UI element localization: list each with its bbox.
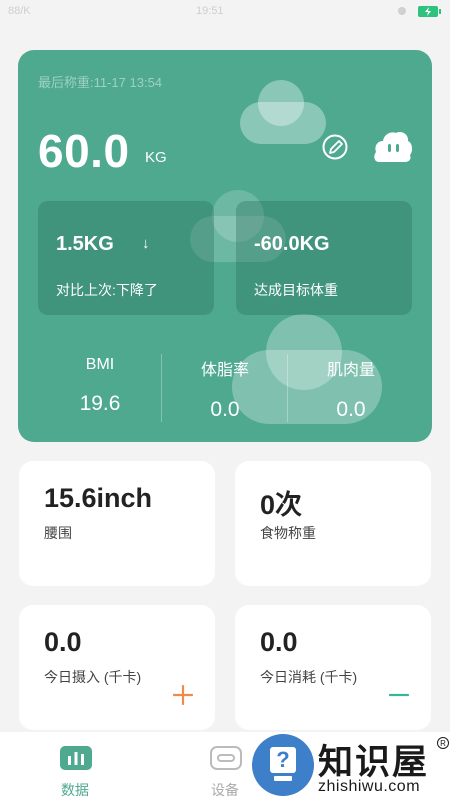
arrow-down-icon: ↓	[142, 235, 150, 252]
metric-value: 0.0	[210, 398, 240, 421]
tab-data[interactable]: 数据	[30, 732, 120, 800]
add-intake-button[interactable]	[172, 684, 194, 706]
metric-bmi: BMI 19.6	[37, 350, 163, 424]
status-time: 19:51	[196, 5, 224, 17]
metric-label: 肌肉量	[326, 362, 375, 379]
plus-icon	[172, 684, 194, 706]
intake-label: 今日摄入 (千卡)	[44, 669, 142, 685]
weight-summary-card[interactable]: 最后称重:11-17 13:54 60.0 KG 1.5KG ↓ 对比上次:下降…	[18, 50, 432, 442]
intake-card[interactable]: 0.0 今日摄入 (千卡)	[19, 605, 215, 730]
target-weight-card[interactable]: -60.0KG 达成目标体重	[236, 201, 412, 315]
wifi-icon	[398, 7, 406, 15]
target-weight-value: -60.0KG	[254, 233, 330, 255]
compare-last-card: 1.5KG ↓ 对比上次:下降了	[38, 201, 214, 315]
watermark-url: zhishiwu.com	[318, 778, 421, 795]
watermark-logo: ? 知识屋 R zhishiwu.com	[252, 732, 450, 800]
burned-label: 今日消耗 (千卡)	[260, 669, 358, 685]
pen-icon	[322, 134, 348, 160]
burned-value: 0.0	[260, 627, 298, 657]
intake-value: 0.0	[44, 627, 82, 657]
battery-icon	[418, 6, 441, 17]
status-bar: 88/K 19:51	[0, 0, 450, 24]
status-carrier: 88/K	[8, 5, 31, 17]
metric-label: 体脂率	[200, 362, 249, 379]
registered-mark: R	[437, 737, 449, 749]
chart-bars-icon	[60, 746, 92, 770]
cloud-mascot-icon	[374, 131, 413, 162]
metric-value: 0.0	[336, 398, 366, 421]
add-burned-button[interactable]	[388, 685, 410, 705]
edit-weight-button[interactable]	[320, 132, 350, 162]
last-weigh-time: 最后称重:11-17 13:54	[38, 75, 163, 90]
waist-value: 15.6inch	[44, 483, 153, 513]
metric-muscle: 肌肉量 0.0	[288, 350, 414, 424]
target-weight-label: 达成目标体重	[254, 282, 338, 298]
link-icon	[210, 746, 242, 770]
food-weigh-card[interactable]: 0次 食物称重	[235, 461, 431, 586]
metric-value: 19.6	[79, 392, 121, 415]
burned-card[interactable]: 0.0 今日消耗 (千卡)	[235, 605, 431, 730]
compare-last-value: 1.5KG	[56, 233, 114, 255]
tab-label: 数据	[61, 782, 89, 798]
food-weigh-value: 0次	[260, 490, 303, 520]
monitor-question-icon: ?	[252, 734, 314, 796]
metric-body-fat: 体脂率 0.0	[162, 350, 288, 424]
weight-unit: KG	[145, 149, 167, 166]
current-weight-value: 60.0	[38, 125, 130, 177]
minus-icon	[388, 693, 410, 697]
food-weigh-label: 食物称重	[260, 525, 316, 541]
waist-label: 腰围	[44, 525, 72, 541]
cloud-decoration	[240, 80, 326, 144]
compare-last-label: 对比上次:下降了	[56, 282, 158, 298]
body-metrics-row: BMI 19.6 体脂率 0.0 肌肉量 0.0	[18, 350, 432, 424]
waist-card[interactable]: 15.6inch 腰围	[19, 461, 215, 586]
metric-label: BMI	[85, 356, 115, 373]
mascot-button[interactable]	[373, 130, 413, 164]
